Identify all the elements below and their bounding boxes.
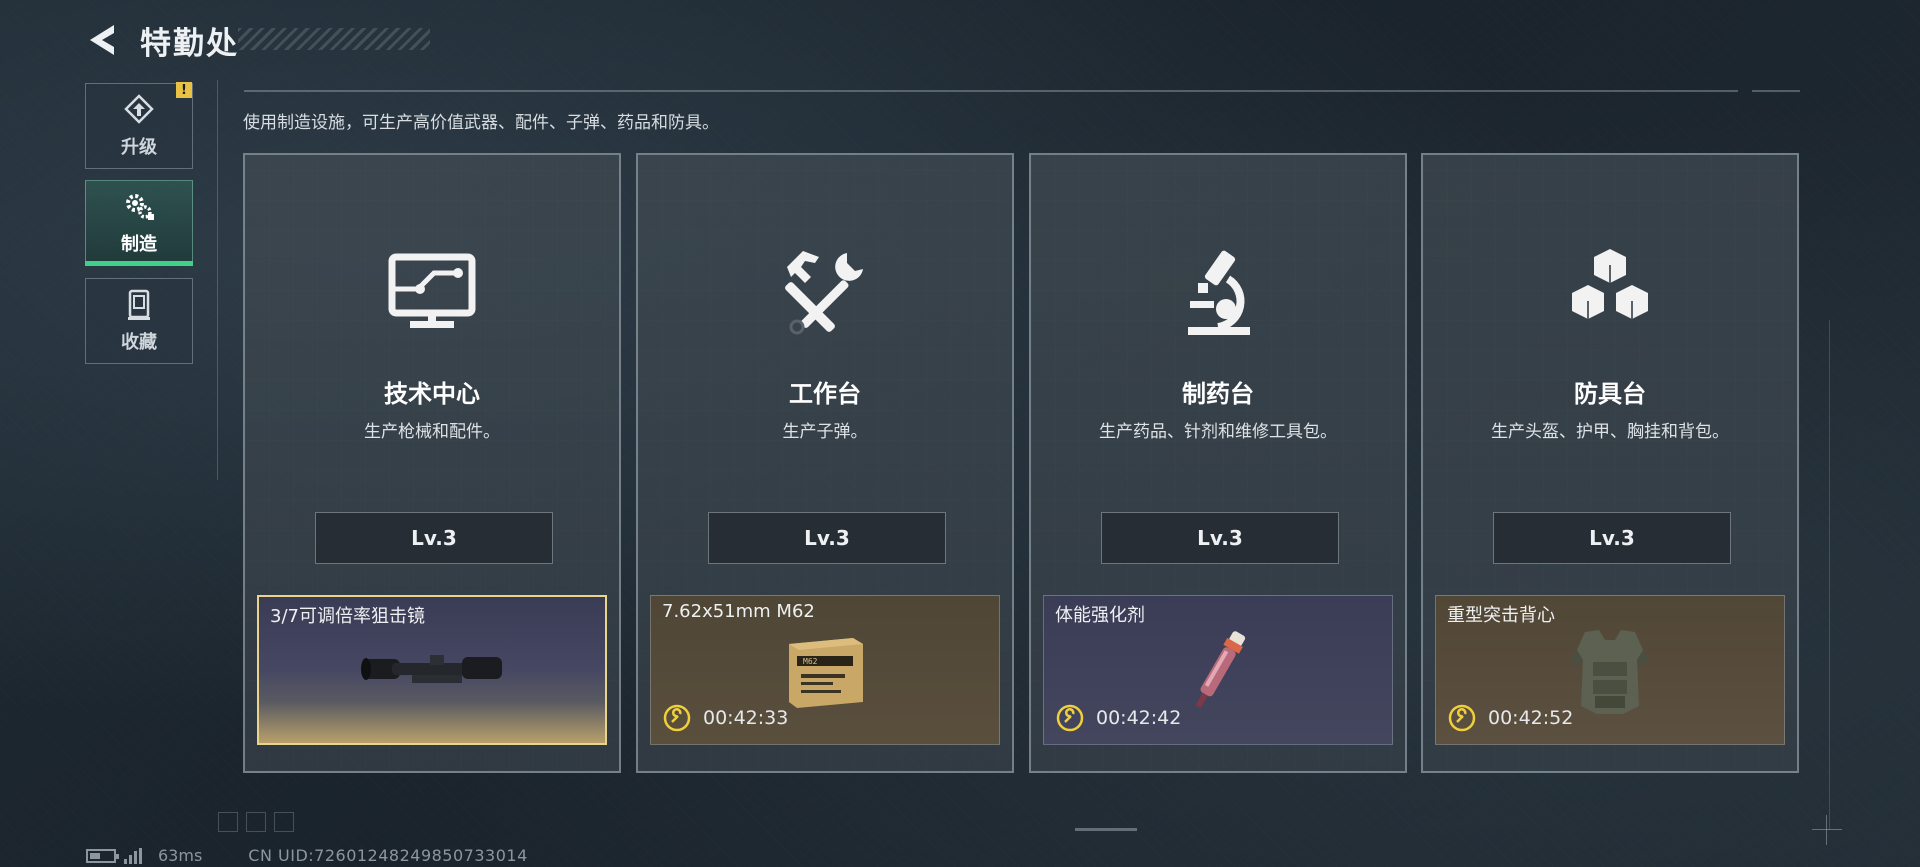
- station-level-button[interactable]: Lv.3: [1101, 512, 1339, 564]
- microscope-icon: [1188, 250, 1250, 335]
- station-description: 生产药品、针剂和维修工具包。: [1099, 422, 1337, 442]
- cubes-icon: [1572, 249, 1648, 319]
- wrench-timer-icon: [1056, 704, 1084, 732]
- product-name: 重型突击背心: [1447, 605, 1555, 626]
- station-card-armory[interactable]: 防具台 生产头盔、护甲、胸挂和背包。 Lv.3 重型突击背心 00:42:52: [1421, 153, 1799, 773]
- sidebar-item-collection[interactable]: 收藏: [85, 278, 193, 364]
- sidebar-item-label: 升级: [121, 137, 157, 158]
- wrench-timer-icon: [1448, 704, 1476, 732]
- divider: [217, 80, 218, 480]
- back-button[interactable]: [84, 20, 124, 60]
- svg-text:M62: M62: [803, 657, 818, 666]
- sidebar-item-label: 收藏: [121, 332, 157, 353]
- scroll-indicator: [1075, 828, 1137, 831]
- vest-image: [1571, 630, 1649, 714]
- product-slot[interactable]: 7.62x51mm M62 M62 00:42:33: [650, 595, 1000, 745]
- monitor-circuit-icon: [388, 253, 476, 328]
- craft-timer: 00:42:42: [1056, 704, 1181, 732]
- station-name: 制药台: [1182, 380, 1254, 408]
- injector-image: [1195, 631, 1246, 708]
- station-description: 生产头盔、护甲、胸挂和背包。: [1491, 422, 1729, 442]
- scope-image: [361, 655, 502, 683]
- collection-icon: [128, 289, 150, 320]
- decorative-squares: [218, 812, 302, 832]
- page-title: 特勤处: [140, 26, 239, 62]
- craft-timer: 00:42:33: [663, 704, 788, 732]
- divider: [1752, 90, 1800, 92]
- timer-text: 00:42:42: [1096, 707, 1182, 729]
- timer-text: 00:42:33: [703, 707, 789, 729]
- sidebar-item-craft[interactable]: 制造: [85, 180, 193, 266]
- station-name: 技术中心: [384, 380, 480, 408]
- station-card-tech-center[interactable]: 技术中心 生产枪械和配件。 Lv.3 3/7可调倍率狙击镜: [243, 153, 621, 773]
- station-description: 生产枪械和配件。: [364, 422, 500, 442]
- station-level-button[interactable]: Lv.3: [315, 512, 553, 564]
- sidebar-item-label: 制造: [121, 234, 157, 255]
- status-bar: 63ms CN UID:72601248249850733014: [86, 846, 528, 865]
- product-slot[interactable]: 3/7可调倍率狙击镜: [257, 595, 607, 745]
- upgrade-icon: [124, 94, 154, 124]
- ping-text: 63ms: [158, 846, 203, 865]
- user-uid: CN UID:72601248249850733014: [248, 846, 528, 865]
- product-name: 体能强化剂: [1055, 605, 1145, 626]
- wrench-timer-icon: [663, 704, 691, 732]
- station-description: 生产子弹。: [782, 422, 868, 442]
- divider: [1829, 320, 1830, 830]
- craft-timer: 00:42:52: [1448, 704, 1573, 732]
- station-level-button[interactable]: Lv.3: [1493, 512, 1731, 564]
- product-name: 3/7可调倍率狙击镜: [270, 606, 425, 627]
- battery-icon: [86, 848, 119, 863]
- product-slot[interactable]: 体能强化剂 00:42:42: [1043, 595, 1393, 745]
- back-arrow-icon: [90, 25, 114, 55]
- hammer-wrench-icon: [785, 251, 863, 335]
- crosshair-decoration: [1812, 815, 1842, 845]
- product-name: 7.62x51mm M62: [662, 601, 815, 622]
- station-level-button[interactable]: Lv.3: [708, 512, 946, 564]
- signal-icon: [124, 847, 144, 864]
- ammo-box-image: M62: [789, 638, 863, 708]
- active-indicator: [85, 261, 193, 266]
- page-description: 使用制造设施，可生产高价值武器、配件、子弹、药品和防具。: [243, 113, 719, 133]
- craft-gears-icon: [126, 194, 154, 220]
- station-name: 防具台: [1574, 380, 1646, 408]
- station-name: 工作台: [789, 380, 861, 408]
- station-card-pharmacy[interactable]: 制药台 生产药品、针剂和维修工具包。 Lv.3 体能强化剂 00:42:42: [1029, 153, 1407, 773]
- divider: [244, 90, 1738, 92]
- station-card-workbench[interactable]: 工作台 生产子弹。 Lv.3 7.62x51mm M62 M62 00:42:3…: [636, 153, 1014, 773]
- title-decoration: [238, 28, 430, 50]
- product-slot[interactable]: 重型突击背心 00:42:52: [1435, 595, 1785, 745]
- timer-text: 00:42:52: [1488, 707, 1574, 729]
- alert-badge: !: [176, 82, 192, 98]
